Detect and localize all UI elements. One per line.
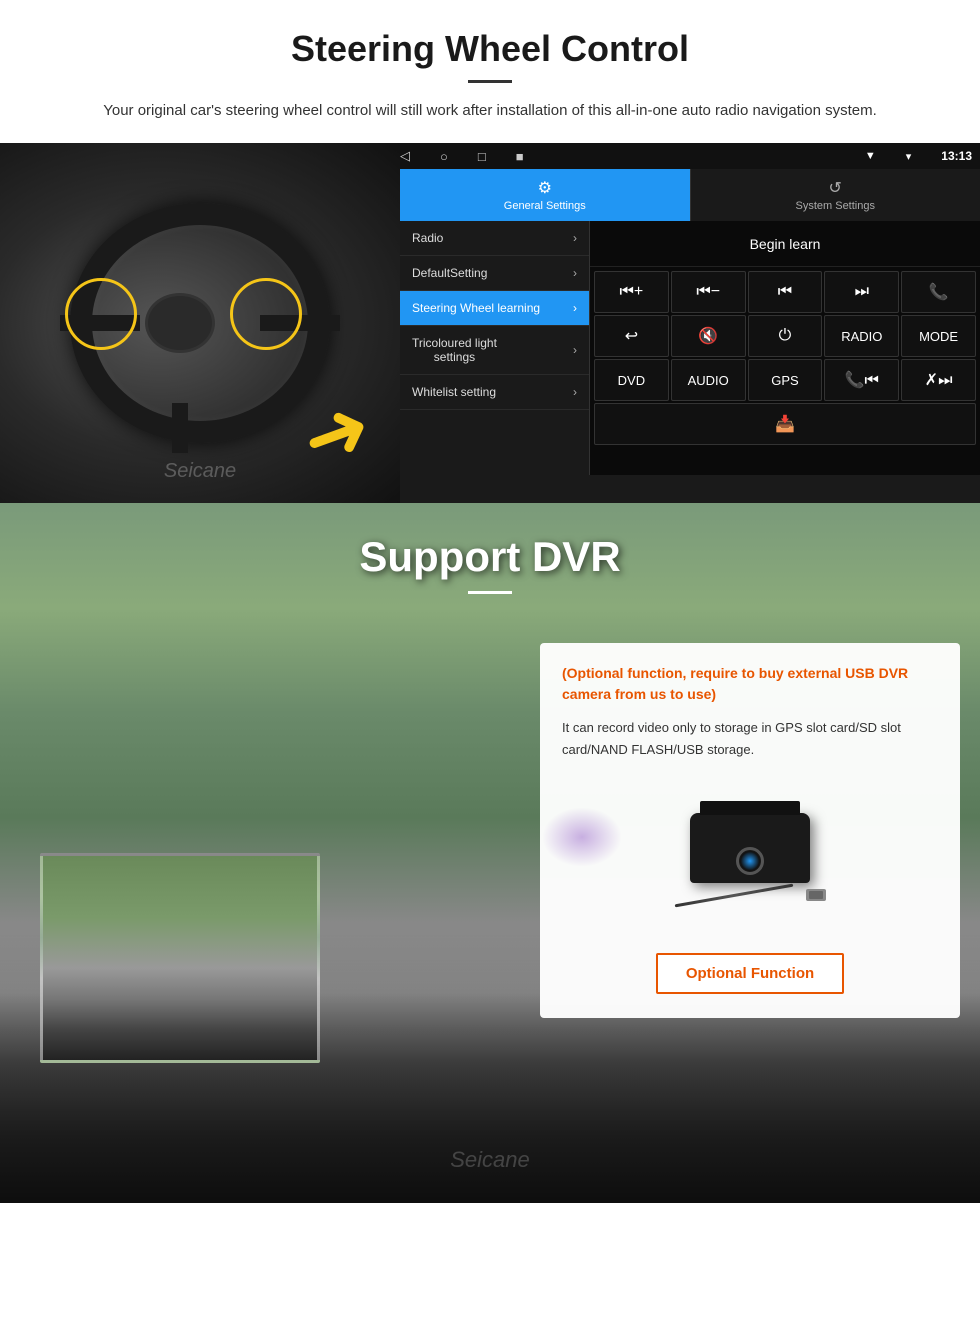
page-title: Steering Wheel Control (60, 28, 920, 70)
dvr-description: It can record video only to storage in G… (562, 717, 938, 761)
menu-tricolor-label: Tricoloured light (412, 336, 497, 350)
dvr-optional-warning: (Optional function, require to buy exter… (562, 663, 938, 705)
btn-radio[interactable]: RADIO (824, 315, 899, 357)
camera-full-view (674, 813, 826, 901)
chevron-default: › (573, 266, 577, 280)
settings-body: Radio › DefaultSetting › Steering Wheel … (400, 221, 980, 475)
menu-item-default[interactable]: DefaultSetting › (400, 256, 589, 291)
dvr-divider (468, 591, 512, 594)
wifi-icon: ▾ (906, 150, 912, 163)
settings-menu: Radio › DefaultSetting › Steering Wheel … (400, 221, 590, 475)
system-settings-icon: ↺ (829, 178, 842, 198)
nav-menu[interactable]: ■ (516, 149, 524, 164)
chevron-steering: › (573, 301, 577, 315)
dvr-section: Support DVR (Optional function, require … (0, 503, 980, 1203)
btn-dvd[interactable]: DVD (594, 359, 669, 401)
begin-learn-button[interactable]: Begin learn (750, 236, 821, 252)
android-nav-bar: ◁ ○ □ ■ ▼ ▾ 13:13 (400, 143, 980, 169)
wheel-hub (145, 293, 215, 353)
dvr-camera-illustration (562, 777, 938, 937)
nav-back[interactable]: ◁ (400, 148, 410, 164)
highlight-circle-right (230, 278, 302, 350)
menu-item-steering[interactable]: Steering Wheel learning › (400, 291, 589, 326)
btn-skip-next[interactable]: ✗⏭ (901, 359, 976, 401)
menu-item-tricolor[interactable]: Tricoloured light settings › (400, 326, 589, 375)
dvr-title: Support DVR (0, 533, 980, 581)
btn-next-track[interactable]: ⏭ (824, 271, 899, 313)
btn-gps[interactable]: GPS (748, 359, 823, 401)
control-row-2: ↩ 🔇 ⏻ RADIO MODE (594, 315, 976, 357)
cable-line (675, 883, 794, 907)
btn-vol-down[interactable]: ⏮− (671, 271, 746, 313)
btn-phone-prev[interactable]: 📞⏮ (824, 359, 899, 401)
menu-default-label: DefaultSetting (412, 266, 487, 280)
status-time: 13:13 (941, 149, 972, 163)
optional-function-button[interactable]: Optional Function (656, 953, 844, 994)
nav-recent[interactable]: □ (478, 149, 486, 164)
camera-cable (674, 889, 826, 901)
signal-icon: ▼ (865, 150, 876, 162)
brand-watermark: Seicane (164, 460, 236, 483)
btn-hang-up[interactable]: ↩ (594, 315, 669, 357)
btn-vol-up[interactable]: ⏮+ (594, 271, 669, 313)
nav-home[interactable]: ○ (440, 149, 448, 164)
android-panel: ◁ ○ □ ■ ▼ ▾ 13:13 ⚙ General Settings ↺ S… (400, 143, 980, 503)
usb-plug (806, 889, 826, 901)
camera-glow (542, 807, 622, 867)
settings-content: Begin learn ⏮+ ⏮− ⏮ ⏭ 📞 ↩ 🔇 (590, 221, 980, 475)
menu-item-whitelist[interactable]: Whitelist setting › (400, 375, 589, 410)
btn-prev-track[interactable]: ⏮ (748, 271, 823, 313)
menu-radio-label: Radio (412, 231, 443, 245)
begin-learn-area: Begin learn (590, 221, 980, 267)
camera-lens (736, 847, 764, 875)
dvr-preview-thumbnail (40, 853, 320, 1063)
chevron-whitelist: › (573, 385, 577, 399)
tab-system-settings[interactable]: ↺ System Settings (690, 169, 980, 221)
steering-section: ➜ Seicane ◁ ○ □ ■ ▼ ▾ 13:13 ⚙ General Se… (0, 143, 980, 503)
title-divider (468, 80, 512, 83)
menu-tricolor-label2: settings (434, 350, 475, 364)
menu-steering-label: Steering Wheel learning (412, 301, 540, 315)
btn-power[interactable]: ⏻ (748, 315, 823, 357)
wheel-spoke-bottom (172, 403, 188, 453)
btn-mode[interactable]: MODE (901, 315, 976, 357)
control-row-1: ⏮+ ⏮− ⏮ ⏭ 📞 (594, 271, 976, 313)
dvr-preview-road (43, 856, 317, 1060)
general-settings-icon: ⚙ (538, 178, 552, 198)
control-row-3: DVD AUDIO GPS 📞⏮ ✗⏭ (594, 359, 976, 401)
btn-inbox[interactable]: 📥 (594, 403, 976, 445)
chevron-radio: › (573, 231, 577, 245)
tab-general-settings[interactable]: ⚙ General Settings (400, 169, 690, 221)
highlight-circle-left (65, 278, 137, 350)
header-section: Steering Wheel Control Your original car… (0, 0, 980, 143)
yellow-arrow: ➜ (291, 384, 381, 482)
camera-body (690, 813, 810, 883)
tab-general-label: General Settings (504, 200, 586, 212)
steering-wheel-bg: ➜ Seicane (0, 143, 400, 503)
menu-whitelist-label: Whitelist setting (412, 385, 496, 399)
settings-tabs: ⚙ General Settings ↺ System Settings (400, 169, 980, 221)
subtitle-text: Your original car's steering wheel contr… (80, 99, 900, 123)
btn-phone[interactable]: 📞 (901, 271, 976, 313)
control-buttons-grid: ⏮+ ⏮− ⏮ ⏭ 📞 ↩ 🔇 ⏻ RADIO MODE (590, 267, 980, 449)
tab-system-label: System Settings (796, 200, 875, 212)
btn-mute[interactable]: 🔇 (671, 315, 746, 357)
control-row-4: 📥 (594, 403, 976, 445)
dvr-info-card: (Optional function, require to buy exter… (540, 643, 960, 1018)
btn-audio[interactable]: AUDIO (671, 359, 746, 401)
camera-fin (700, 801, 800, 815)
dvr-title-area: Support DVR (0, 503, 980, 614)
chevron-tricolor: › (573, 343, 577, 357)
dvr-brand-watermark: Seicane (450, 1147, 530, 1173)
menu-item-radio[interactable]: Radio › (400, 221, 589, 256)
